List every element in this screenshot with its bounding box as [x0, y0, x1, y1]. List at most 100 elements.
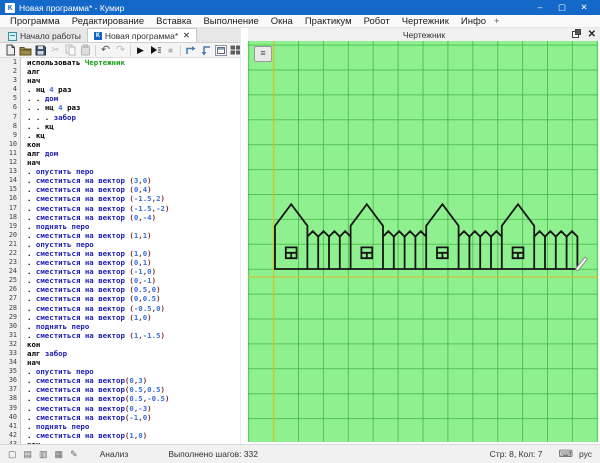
code-line[interactable]: 17. сместиться на вектор (-1.5,-2) — [0, 204, 240, 213]
code-line[interactable]: 25. сместиться на вектор (0,-1) — [0, 276, 240, 285]
code-line[interactable]: 4. нц 4 раз — [0, 85, 240, 94]
status-save-state-icon[interactable]: ▤ — [24, 445, 33, 463]
code-line[interactable]: 41. поднять перо — [0, 422, 240, 431]
menu-item-info[interactable]: Инфо — [455, 16, 492, 27]
run-step-icon[interactable] — [148, 44, 163, 57]
line-number: 20 — [0, 231, 21, 240]
code-line[interactable]: 23. сместиться на вектор (0,1) — [0, 258, 240, 267]
tab-program[interactable]: К Новая программа* ✕ — [87, 28, 197, 42]
run-icon[interactable]: ▶ — [133, 44, 148, 57]
status-copy-state-icon[interactable]: ▥ — [39, 445, 48, 463]
code-line[interactable]: 1использовать Чертежник — [0, 58, 240, 67]
code-line[interactable]: 3нач — [0, 76, 240, 85]
code-line[interactable]: 34нач — [0, 358, 240, 367]
maximize-button[interactable]: ▢ — [551, 0, 573, 15]
menu-item-editing[interactable]: Редактирование — [66, 16, 150, 27]
code-line[interactable]: 26. сместиться на вектор (0.5,0) — [0, 285, 240, 294]
code-line[interactable]: 27. сместиться на вектор (0,0.5) — [0, 294, 240, 303]
code-line[interactable]: 5. . дом — [0, 94, 240, 103]
undock-icon[interactable] — [572, 29, 581, 40]
code-line[interactable]: 31. сместиться на вектор (1,-1.5) — [0, 331, 240, 340]
code-text: . . нц 4 раз — [21, 103, 80, 112]
code-line[interactable]: 10кон — [0, 140, 240, 149]
new-file-icon[interactable] — [3, 44, 18, 57]
code-line[interactable]: 19. поднять перо — [0, 222, 240, 231]
code-line[interactable]: 33алг забор — [0, 349, 240, 358]
code-text: . сместиться на вектор (1,0) — [21, 249, 152, 258]
drawer-close-icon[interactable]: ✕ — [588, 28, 596, 41]
drawer-canvas[interactable]: ≡ — [248, 41, 600, 444]
drawer-canvas-svg — [248, 41, 598, 442]
menu-item-insert[interactable]: Вставка — [150, 16, 197, 27]
menu-item-program[interactable]: Программа — [4, 16, 66, 27]
status-clear-icon[interactable]: ▦ — [55, 445, 64, 463]
code-line[interactable]: 13. опустить перо — [0, 167, 240, 176]
redo-icon[interactable]: ↷ — [113, 44, 128, 57]
status-keyboard-layout[interactable]: рус — [579, 449, 592, 459]
code-line[interactable]: 18. сместиться на вектор (0,-4) — [0, 213, 240, 222]
code-line[interactable]: 42. сместиться на вектор(1,0) — [0, 431, 240, 440]
code-text: . сместиться на вектор (3,0) — [21, 176, 152, 185]
code-line[interactable]: 21. опустить перо — [0, 240, 240, 249]
code-line[interactable]: 32кон — [0, 340, 240, 349]
code-line[interactable]: 43кон — [0, 440, 240, 444]
drawer-header[interactable]: Чертежник ✕ — [248, 28, 600, 41]
undo-icon[interactable]: ↶ — [98, 44, 113, 57]
stop-icon[interactable]: ■ — [163, 44, 178, 57]
show-window-icon[interactable] — [213, 44, 228, 57]
menu-item-drawer[interactable]: Чертежник — [396, 16, 455, 27]
step-into-icon[interactable] — [198, 44, 213, 57]
code-line[interactable]: 30. поднять перо — [0, 322, 240, 331]
cut-icon[interactable]: ✂ — [48, 44, 63, 57]
paste-icon[interactable] — [78, 44, 93, 57]
keyboard-icon[interactable]: ⌨ — [559, 449, 573, 460]
code-text: . опустить перо — [21, 367, 94, 376]
code-line[interactable]: 8. . кц — [0, 122, 240, 131]
open-folder-icon[interactable] — [18, 44, 33, 57]
code-line[interactable]: 39. сместиться на вектор(0,-3) — [0, 404, 240, 413]
tab-close-icon[interactable]: ✕ — [183, 31, 190, 40]
step-over-icon[interactable] — [183, 44, 198, 57]
code-editor[interactable]: 1использовать Чертежник2алг3нач4. нц 4 р… — [0, 58, 240, 444]
code-line[interactable]: 28. сместиться на вектор (-0.5,0) — [0, 304, 240, 313]
code-text: алг — [21, 67, 40, 76]
menu-overflow-button[interactable]: + — [494, 16, 499, 26]
code-line[interactable]: 40. сместиться на вектор(-1,0) — [0, 413, 240, 422]
menu-item-run[interactable]: Выполнение — [197, 16, 264, 27]
code-line[interactable]: 2алг — [0, 67, 240, 76]
kumir-icon: К — [94, 32, 102, 40]
status-console-icon[interactable]: ▢ — [8, 445, 17, 463]
code-text: алг забор — [21, 349, 67, 358]
menu-item-windows[interactable]: Окна — [265, 16, 299, 27]
code-line[interactable]: 35. опустить перо — [0, 367, 240, 376]
code-line[interactable]: 14. сместиться на вектор (3,0) — [0, 176, 240, 185]
code-line[interactable]: 24. сместиться на вектор (-1,0) — [0, 267, 240, 276]
menu-item-robot[interactable]: Робот — [358, 16, 396, 27]
copy-icon[interactable] — [63, 44, 78, 57]
code-line[interactable]: 22. сместиться на вектор (1,0) — [0, 249, 240, 258]
line-number: 15 — [0, 185, 21, 194]
code-line[interactable]: 38. сместиться на вектор(0.5,-0.5) — [0, 394, 240, 403]
code-line[interactable]: 15. сместиться на вектор (0,4) — [0, 185, 240, 194]
code-line[interactable]: 16. сместиться на вектор (-1.5,2) — [0, 194, 240, 203]
save-icon[interactable] — [33, 44, 48, 57]
close-button[interactable]: ✕ — [573, 0, 595, 15]
code-line[interactable]: 11алг дом — [0, 149, 240, 158]
code-text: . кц — [21, 131, 45, 140]
tab-start-page[interactable]: Начало работы — [2, 30, 87, 42]
code-line[interactable]: 6. . нц 4 раз — [0, 103, 240, 112]
minimize-button[interactable]: – — [529, 0, 551, 15]
code-line[interactable]: 29. сместиться на вектор (1,0) — [0, 313, 240, 322]
code-line[interactable]: 20. сместиться на вектор (1,1) — [0, 231, 240, 240]
drawer-menu-button[interactable]: ≡ — [254, 46, 272, 62]
code-text: . сместиться на вектор(0,-3) — [21, 404, 152, 413]
line-number: 23 — [0, 258, 21, 267]
code-line[interactable]: 37. сместиться на вектор(0.5,0.5) — [0, 385, 240, 394]
menu-item-practicum[interactable]: Практикум — [299, 16, 358, 27]
code-line[interactable]: 36. сместиться на вектор(0,3) — [0, 376, 240, 385]
pane-splitter[interactable] — [240, 28, 248, 444]
code-line[interactable]: 7. . . забор — [0, 113, 240, 122]
status-edit-icon[interactable]: ✎ — [70, 445, 78, 463]
code-line[interactable]: 9. кц — [0, 131, 240, 140]
code-line[interactable]: 12нач — [0, 158, 240, 167]
